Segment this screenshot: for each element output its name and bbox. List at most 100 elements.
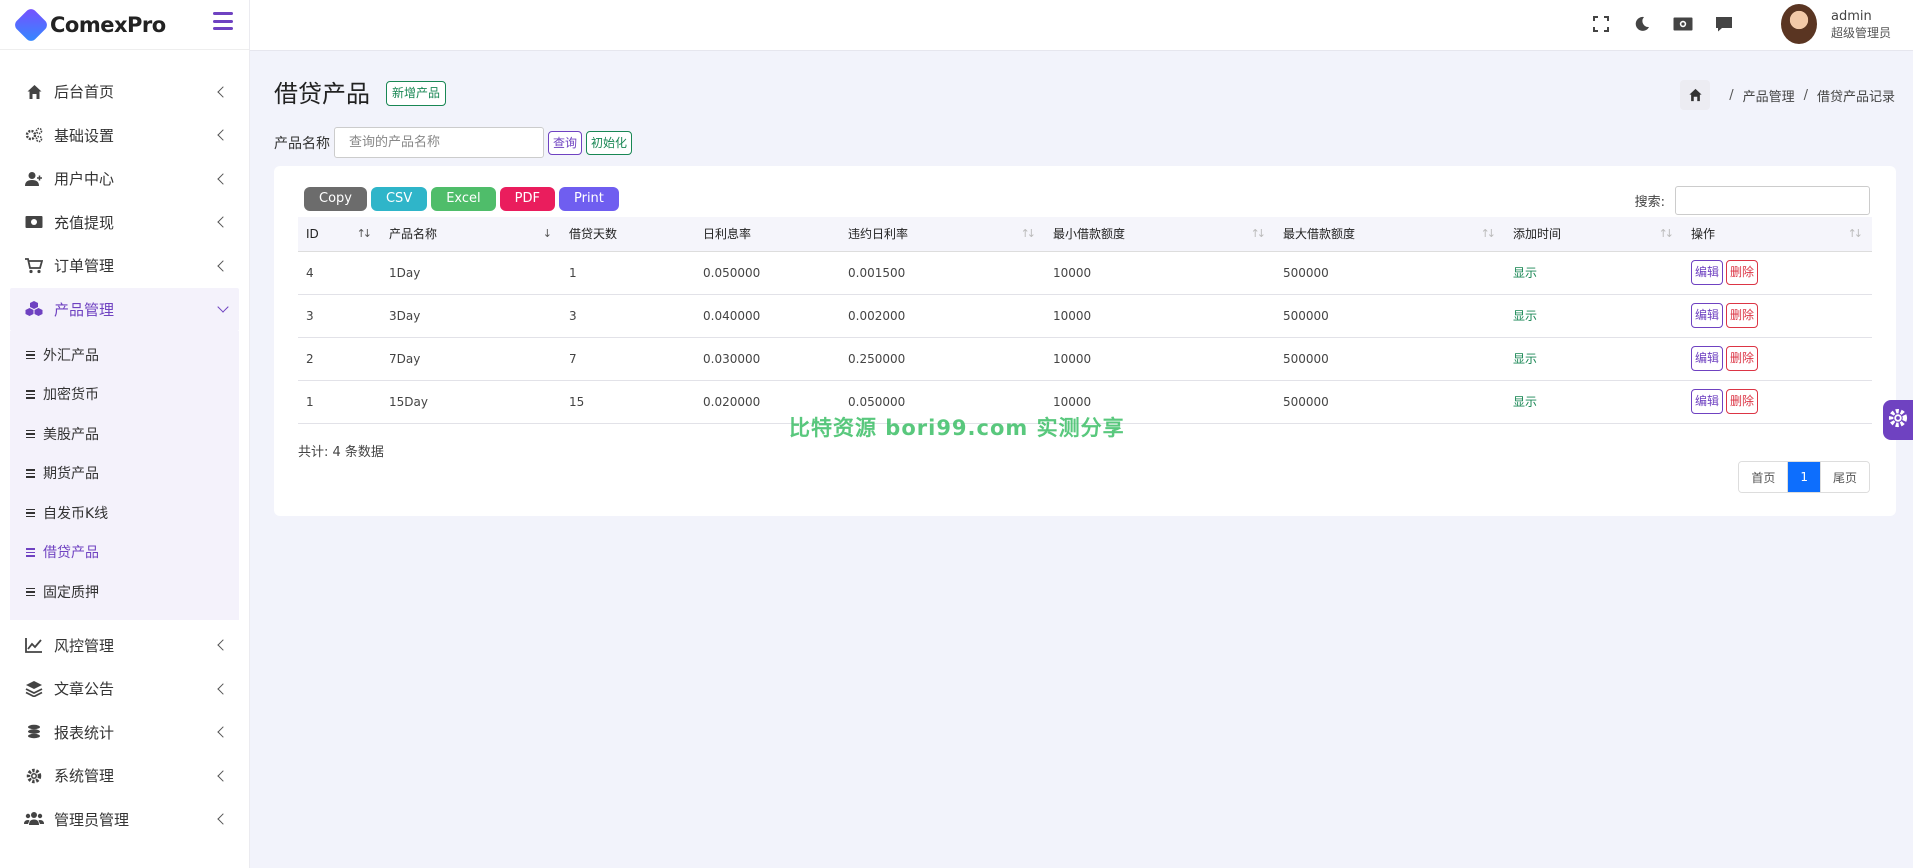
- sidebar-item-label: 充值提现: [54, 213, 115, 232]
- cell-min: 10000: [1053, 265, 1092, 280]
- sidebar-item-label: 文章公告: [54, 680, 115, 699]
- print-button[interactable]: Print: [558, 187, 619, 211]
- search-label: 搜索:: [1634, 195, 1665, 210]
- first-page-button[interactable]: 首页: [1739, 462, 1789, 492]
- column-header-penalty[interactable]: 违约日利率 ↑↓: [840, 217, 1045, 251]
- search-input[interactable]: [1675, 186, 1870, 215]
- column-header-time[interactable]: 添加时间 ↑↓: [1505, 217, 1683, 251]
- sidebar-item-user-center[interactable]: 用户中心: [0, 157, 249, 201]
- sidebar-item-reports[interactable]: 报表统计: [0, 711, 249, 755]
- cell-name: 3Day: [389, 308, 421, 323]
- column-header-max[interactable]: 最大借款额度 ↑↓: [1275, 217, 1505, 251]
- column-header-min[interactable]: 最小借款额度 ↑↓: [1045, 217, 1275, 251]
- currency-icon[interactable]: [1673, 14, 1693, 34]
- chat-icon[interactable]: [1714, 14, 1734, 34]
- table-search: 搜索:: [1635, 186, 1870, 215]
- edit-button[interactable]: 编辑: [1691, 303, 1724, 328]
- page-title: 借贷产品: [274, 80, 370, 108]
- chevron-left-icon: [217, 216, 229, 228]
- copy-button[interactable]: Copy: [304, 187, 367, 211]
- sidebar-item-label: 系统管理: [54, 767, 115, 786]
- delete-button[interactable]: 删除: [1726, 389, 1759, 414]
- cell-max: 500000: [1283, 265, 1329, 280]
- edit-button[interactable]: 编辑: [1691, 389, 1724, 414]
- user-role: 超级管理员: [1830, 25, 1891, 40]
- dark-mode-icon[interactable]: [1632, 14, 1652, 34]
- page-button[interactable]: 1: [1788, 462, 1821, 492]
- theme-settings-button[interactable]: [1883, 400, 1913, 440]
- sidebar-menu-lower: 风控管理 文章公告 报表统计 系统管理 管理员管理: [0, 620, 249, 842]
- cell-max: 500000: [1283, 351, 1329, 366]
- last-page-button[interactable]: 尾页: [1820, 462, 1869, 492]
- query-button[interactable]: 查询: [548, 130, 583, 155]
- cell-rate: 0.050000: [703, 265, 761, 280]
- cell-name: 15Day: [389, 394, 428, 409]
- brand[interactable]: ComexPro: [0, 0, 249, 50]
- product-name-input[interactable]: [334, 127, 544, 158]
- sidebar-item-basic-settings[interactable]: 基础设置: [0, 114, 249, 158]
- cell-penalty: 0.001500: [848, 265, 906, 280]
- sidebar-item-deposit-withdraw[interactable]: 充值提现: [0, 201, 249, 245]
- edit-button[interactable]: 编辑: [1691, 346, 1724, 371]
- csv-button[interactable]: CSV: [370, 187, 428, 211]
- fullscreen-icon[interactable]: [1591, 14, 1611, 34]
- cell-actions: 编辑 删除: [1683, 294, 1872, 337]
- breadcrumb-item[interactable]: 产品管理: [1743, 86, 1795, 105]
- column-header-id[interactable]: ID ↑↓: [298, 217, 381, 251]
- sidebar-item-label: 后台首页: [54, 83, 115, 102]
- chevron-left-icon: [217, 813, 229, 825]
- submenu-item-crypto[interactable]: 加密货币: [10, 375, 239, 415]
- delete-button[interactable]: 删除: [1726, 346, 1759, 371]
- submenu-item-us-stocks[interactable]: 美股产品: [10, 414, 239, 454]
- pdf-button[interactable]: PDF: [499, 187, 555, 211]
- table-row: 3 3Day 3 0.040000 0.002000 10000 500000 …: [298, 294, 1872, 337]
- sort-icon: ↑↓: [1250, 227, 1267, 240]
- cell-penalty: 0.250000: [848, 351, 906, 366]
- submenu-item-loan-products[interactable]: 借贷产品: [10, 533, 239, 573]
- submenu-item-label: 固定质押: [43, 584, 99, 601]
- submenu-item-futures[interactable]: 期货产品: [10, 454, 239, 494]
- breadcrumb-separator: /: [1729, 87, 1734, 103]
- sort-icon: ↑↓: [1658, 227, 1675, 240]
- sidebar-item-system[interactable]: 系统管理: [0, 754, 249, 798]
- sidebar-item-articles[interactable]: 文章公告: [0, 667, 249, 711]
- cell-id: 4: [306, 265, 314, 280]
- submenu-item-fixed-staking[interactable]: 固定质押: [10, 572, 239, 612]
- excel-button[interactable]: Excel: [431, 187, 496, 211]
- sidebar-item-label: 报表统计: [54, 723, 115, 742]
- coins-icon: [24, 723, 44, 741]
- submenu-item-custom-kline[interactable]: 自发币K线: [10, 493, 239, 533]
- sidebar-item-home[interactable]: 后台首页: [0, 70, 249, 114]
- column-header-days[interactable]: 借贷天数: [561, 217, 695, 251]
- edit-button[interactable]: 编辑: [1691, 260, 1724, 285]
- sidebar-item-risk-control[interactable]: 风控管理: [0, 624, 249, 668]
- user-name: admin: [1830, 8, 1872, 24]
- delete-button[interactable]: 删除: [1726, 303, 1759, 328]
- submenu-item-forex[interactable]: 外汇产品: [10, 335, 239, 375]
- add-product-button[interactable]: 新增产品: [386, 81, 447, 106]
- breadcrumb-current: 借贷产品记录: [1816, 89, 1895, 105]
- menu-toggle-button[interactable]: [213, 12, 233, 30]
- sidebar-item-products[interactable]: 产品管理: [10, 287, 239, 331]
- list-icon: [26, 390, 35, 399]
- cell-actions: 编辑 删除: [1683, 380, 1872, 423]
- column-header-rate[interactable]: 日利息率: [695, 217, 840, 251]
- money-icon: [24, 213, 44, 231]
- sidebar-item-admins[interactable]: 管理员管理: [0, 798, 249, 842]
- user-menu[interactable]: admin 超级管理员: [1780, 2, 1891, 46]
- delete-button[interactable]: 删除: [1726, 260, 1759, 285]
- user-icon: [24, 170, 44, 188]
- cell-penalty: 0.002000: [848, 308, 906, 323]
- sidebar-item-orders[interactable]: 订单管理: [0, 244, 249, 288]
- submenu-item-label: 借贷产品: [43, 545, 99, 562]
- cell-max: 500000: [1283, 394, 1329, 409]
- home-icon[interactable]: [1680, 80, 1711, 110]
- chevron-left-icon: [217, 86, 229, 98]
- submenu-item-label: 期货产品: [43, 466, 99, 483]
- column-header-name[interactable]: 产品名称 ↓: [381, 217, 561, 251]
- column-header-actions[interactable]: 操作 ↑↓: [1683, 217, 1872, 251]
- sidebar-item-label: 基础设置: [54, 126, 115, 145]
- cell-min: 10000: [1053, 308, 1092, 323]
- sidebar-item-label: 用户中心: [54, 170, 115, 189]
- reset-button[interactable]: 初始化: [586, 130, 633, 155]
